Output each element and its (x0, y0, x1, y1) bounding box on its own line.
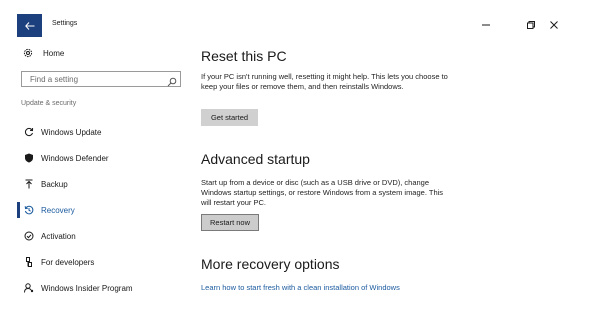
upload-icon (23, 178, 35, 190)
search-placeholder: Find a setting (30, 74, 79, 84)
back-arrow-icon (24, 21, 34, 30)
sidebar-item-windows-update[interactable]: Windows Update (0, 123, 190, 141)
sidebar: Home Find a setting Update & security Wi… (0, 40, 190, 320)
sidebar-item-label: Recovery (41, 205, 75, 215)
sync-icon (23, 126, 35, 138)
home-link[interactable]: Home (23, 48, 64, 58)
home-label: Home (43, 48, 65, 58)
check-circle-icon (23, 230, 35, 242)
person-icon (23, 282, 35, 294)
gear-icon (23, 48, 33, 58)
search-icon (167, 74, 177, 92)
advanced-startup-heading: Advanced startup (201, 151, 310, 167)
sidebar-item-backup[interactable]: Backup (0, 175, 190, 193)
section-label: Update & security (21, 100, 77, 107)
sidebar-item-label: Windows Update (41, 127, 102, 137)
developer-icon (23, 256, 35, 268)
clean-install-link[interactable]: Learn how to start fresh with a clean in… (201, 283, 400, 292)
restore-icon (527, 21, 535, 29)
back-button[interactable] (17, 14, 42, 37)
close-icon (550, 21, 558, 29)
history-icon (23, 204, 35, 216)
reset-description: If your PC isn't running well, resetting… (201, 72, 448, 91)
advanced-startup-description: Start up from a device or disc (such as … (201, 178, 444, 207)
sidebar-item-windows-defender[interactable]: Windows Defender (0, 149, 190, 167)
close-button[interactable] (547, 19, 561, 31)
main-content: Reset this PC If your PC isn't running w… (200, 40, 600, 320)
reset-heading: Reset this PC (201, 48, 287, 64)
sidebar-item-label: Backup (41, 179, 68, 189)
minimize-button[interactable] (479, 19, 493, 31)
sidebar-item-windows-insider-program[interactable]: Windows Insider Program (0, 279, 190, 297)
restart-now-button[interactable]: Restart now (201, 214, 259, 231)
sidebar-item-for-developers[interactable]: For developers (0, 253, 190, 271)
search-input[interactable]: Find a setting (21, 71, 181, 87)
sidebar-item-label: Windows Defender (41, 153, 109, 163)
sidebar-item-label: Windows Insider Program (41, 283, 133, 293)
title-bar: Settings (0, 0, 600, 40)
window-title: Settings (52, 20, 78, 27)
sidebar-item-label: For developers (41, 257, 95, 267)
sidebar-item-label: Activation (41, 231, 76, 241)
sidebar-item-activation[interactable]: Activation (0, 227, 190, 245)
get-started-button[interactable]: Get started (201, 109, 258, 126)
shield-icon (23, 152, 35, 164)
sidebar-item-recovery[interactable]: Recovery (0, 201, 190, 219)
minimize-icon (482, 24, 490, 26)
more-recovery-heading: More recovery options (201, 256, 340, 272)
active-indicator (17, 202, 20, 218)
restore-button[interactable] (524, 19, 538, 31)
